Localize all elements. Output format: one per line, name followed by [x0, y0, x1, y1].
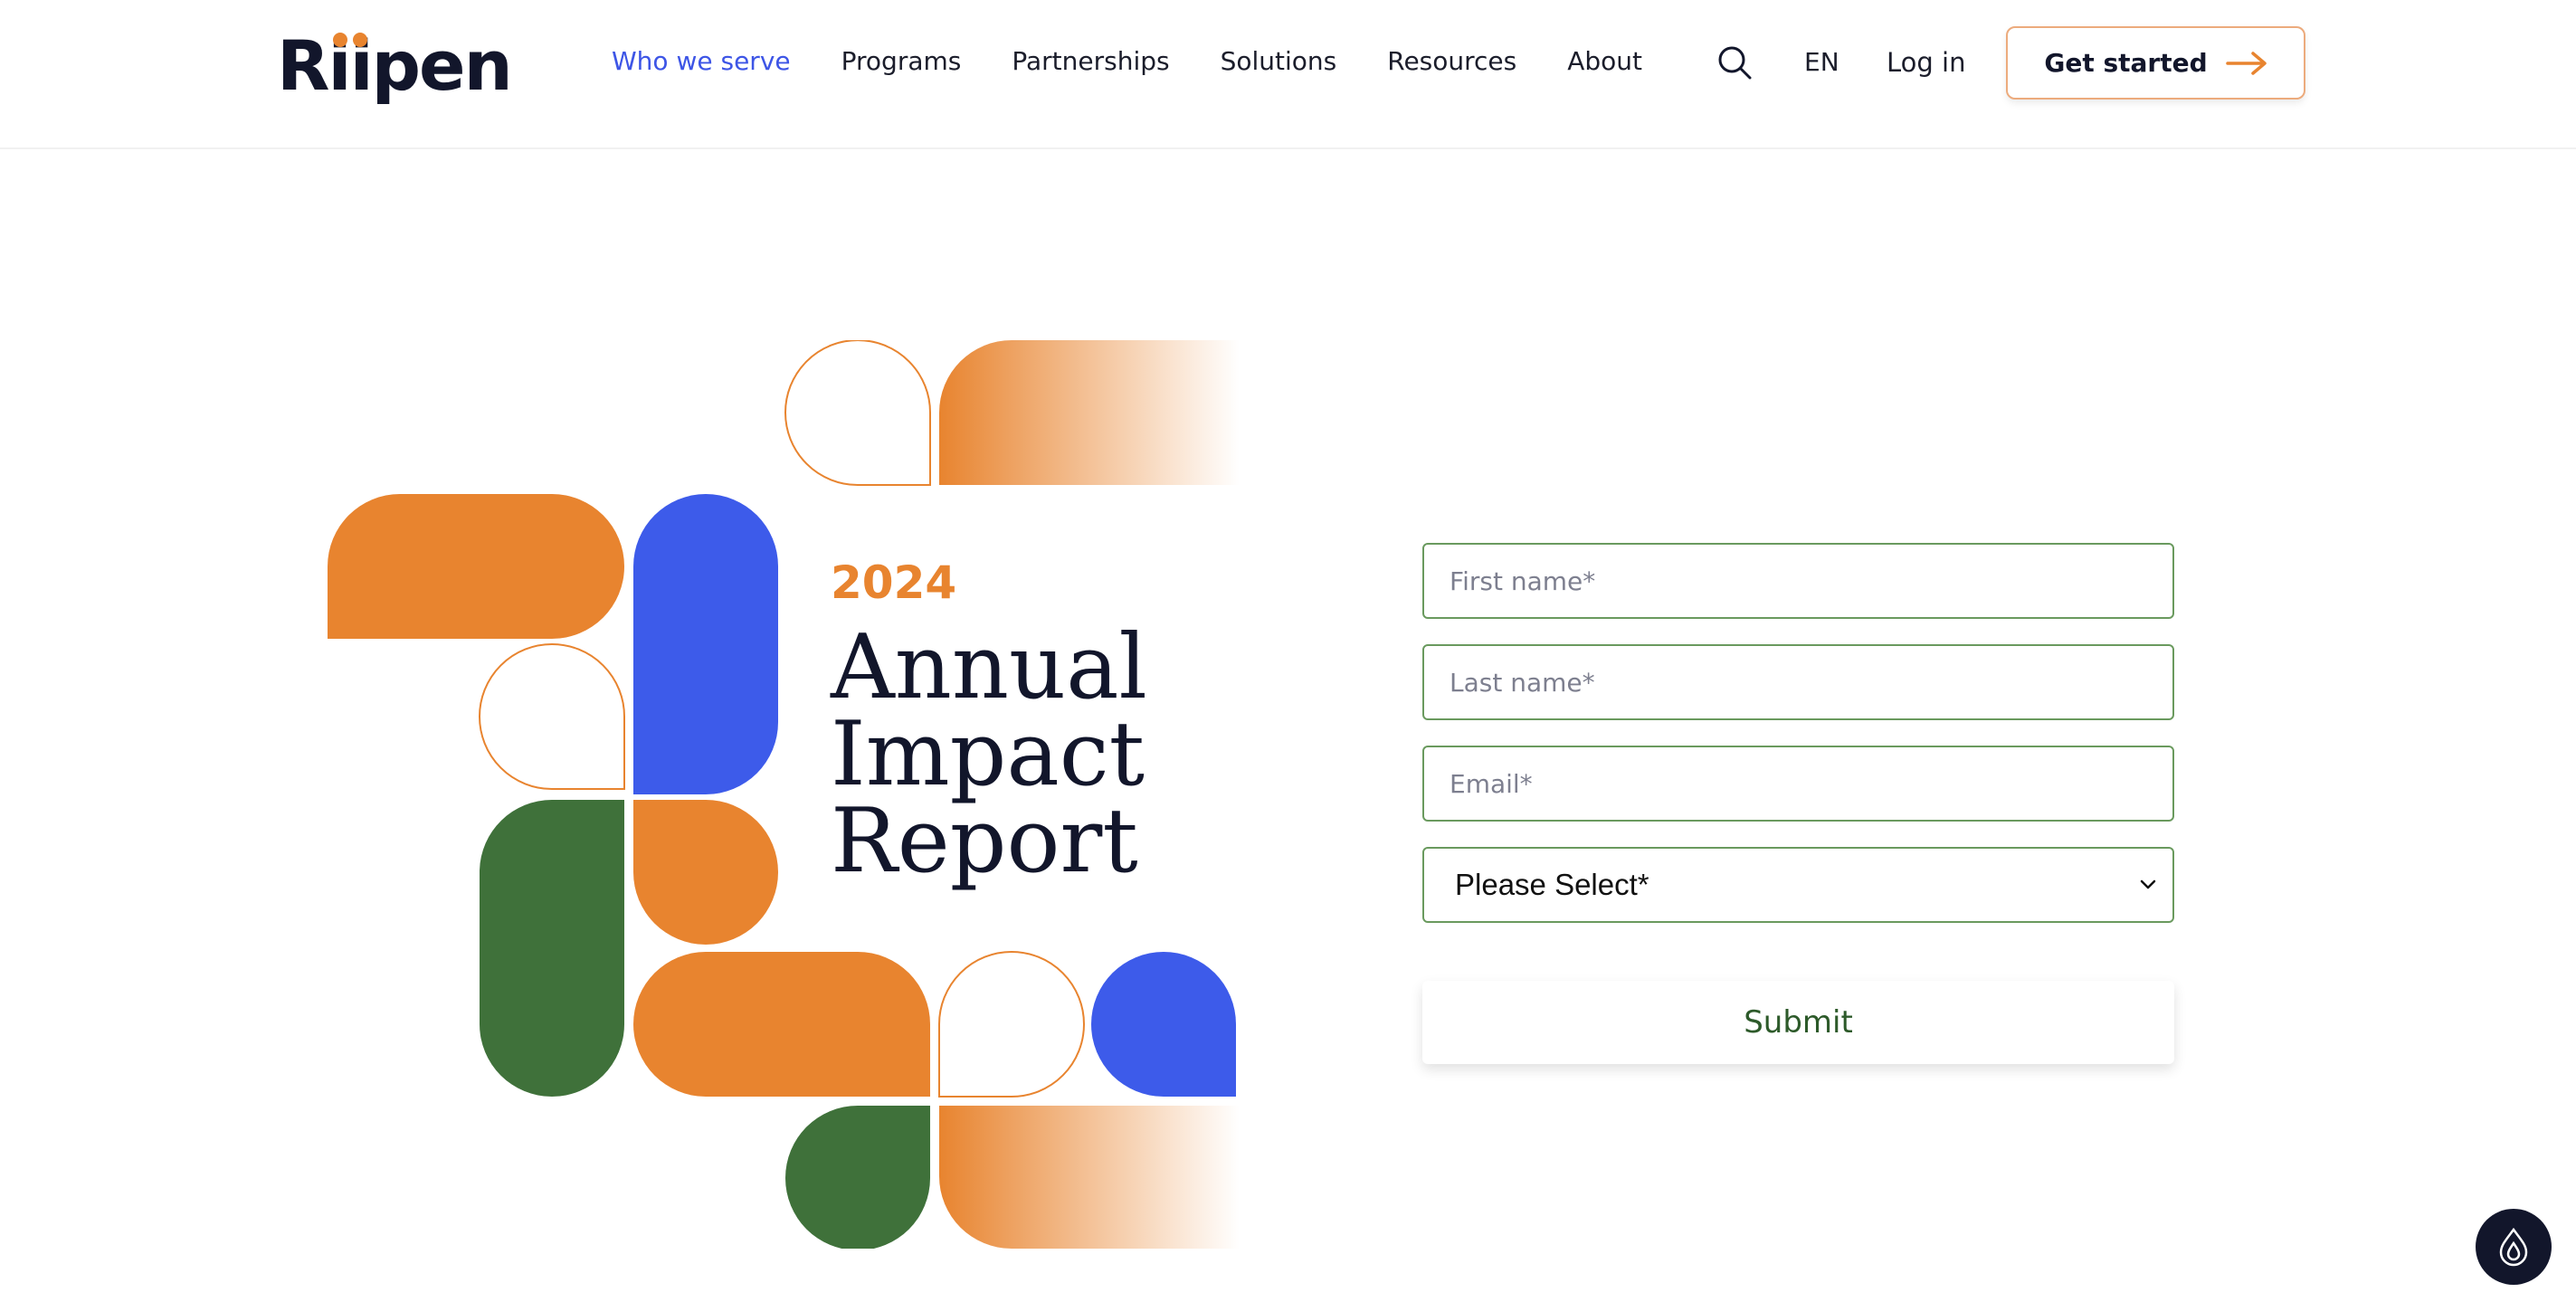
language-selector[interactable]: EN [1804, 47, 1839, 77]
logo-letters-ii: ii [328, 25, 374, 106]
logo-dot-1 [332, 33, 347, 47]
logo-letter-r: R [277, 25, 330, 106]
first-name-placeholder: First name* [1450, 565, 1596, 596]
nav-who-we-serve[interactable]: Who we serve [612, 45, 791, 78]
blue-pill-tall [633, 494, 778, 794]
get-started-button[interactable]: Get started [2006, 26, 2305, 100]
orange-quarter [633, 800, 778, 945]
chat-widget-icon [2499, 1227, 2528, 1267]
arrow-right-icon [2225, 51, 2267, 75]
last-name-placeholder: Last name* [1450, 667, 1595, 698]
role-select[interactable]: Please Select* [1422, 847, 2174, 923]
submit-button[interactable]: Submit [1422, 981, 2174, 1064]
gradient-shape-bottom [939, 1106, 1240, 1249]
get-started-label: Get started [2044, 48, 2208, 78]
last-name-input[interactable]: Last name* [1422, 644, 2174, 720]
email-placeholder: Email* [1450, 768, 1533, 799]
nav-programs[interactable]: Programs [841, 45, 962, 78]
title-line-2: Impact [831, 703, 1145, 806]
green-teardrop-bottom [785, 1106, 930, 1249]
logo-dot-2 [352, 33, 367, 47]
gradient-shape-top [939, 340, 1240, 485]
report-title: Annual Impact Report [831, 616, 1147, 893]
title-line-3: Report [831, 790, 1138, 893]
green-pill-tall [480, 800, 624, 1097]
chat-widget-button[interactable] [2476, 1209, 2552, 1285]
outline-teardrop-bottom [938, 951, 1085, 1098]
site-header: R ii pen Who we serve Programs Partnersh… [0, 0, 2576, 149]
first-name-input[interactable]: First name* [1422, 543, 2174, 619]
main-nav: Who we serve Programs Partnerships Solut… [612, 45, 1693, 78]
nav-partnerships[interactable]: Partnerships [1012, 45, 1169, 78]
outline-teardrop-mid [479, 643, 625, 790]
outline-teardrop-top [784, 340, 931, 486]
select-value: Please Select* [1455, 868, 1649, 901]
blue-teardrop-right [1091, 952, 1236, 1097]
riipen-logo[interactable]: R ii pen [277, 25, 513, 106]
orange-pill-left [328, 494, 624, 639]
nav-about[interactable]: About [1567, 45, 1642, 78]
orange-pill-bottom [633, 952, 930, 1097]
report-year: 2024 [831, 556, 957, 609]
title-line-1: Annual [831, 616, 1147, 719]
nav-resources[interactable]: Resources [1387, 45, 1516, 78]
report-download-form: First name* Last name* Email* Please Sel… [1422, 543, 2175, 1064]
email-input[interactable]: Email* [1422, 746, 2174, 822]
login-link[interactable]: Log in [1887, 47, 1965, 78]
outline-drop-top [715, 340, 932, 485]
chevron-down-icon [2140, 879, 2156, 889]
search-icon[interactable] [1716, 44, 1753, 81]
nav-solutions[interactable]: Solutions [1221, 45, 1337, 78]
logo-letters-pen: pen [371, 25, 513, 106]
